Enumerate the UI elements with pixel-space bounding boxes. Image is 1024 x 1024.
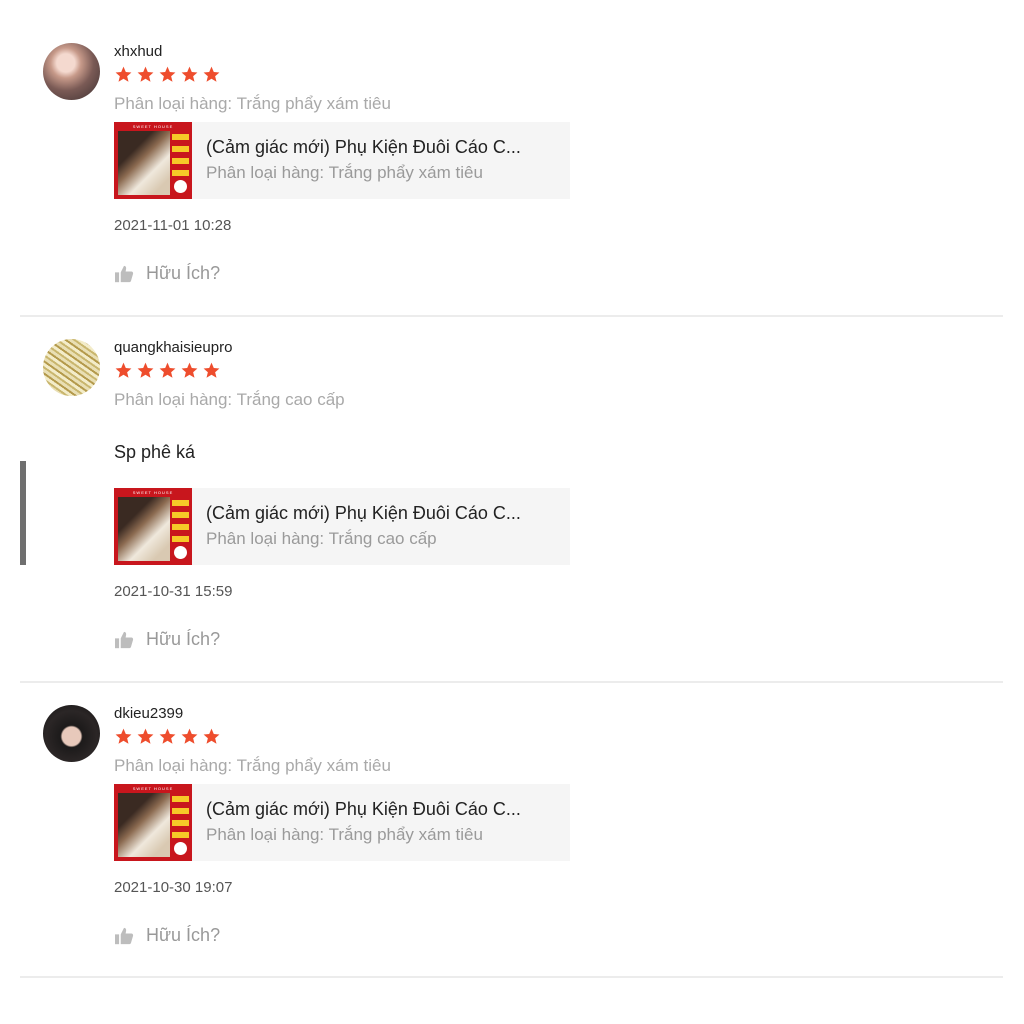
- thumbnail-tag: [172, 170, 189, 176]
- rating-stars: [114, 361, 221, 383]
- star-icon: [181, 66, 198, 82]
- review-variation: Phân loại hàng: Trắng cao cấp: [114, 390, 345, 409]
- thumbnail-logo: [174, 842, 187, 855]
- product-thumbnail[interactable]: SWEET HOUSE: [114, 122, 192, 199]
- helpful-button[interactable]: Hữu Ích?: [114, 925, 220, 946]
- review-timestamp: 2021-10-31 15:59: [114, 583, 233, 600]
- helpful-label: Hữu Ích?: [146, 629, 221, 649]
- thumbnail-tag: [172, 808, 189, 814]
- product-thumbnail[interactable]: SWEET HOUSE: [114, 784, 192, 861]
- thumbnail-tag: [172, 796, 189, 802]
- username[interactable]: quangkhaisieupro: [114, 339, 232, 356]
- star-icon: [181, 728, 198, 744]
- thumbnail-photo: [118, 497, 170, 561]
- avatar[interactable]: [43, 339, 100, 396]
- helpful-label: Hữu Ích?: [146, 925, 221, 945]
- product-title[interactable]: (Cảm giác mới) Phụ Kiện Đuôi Cáo C...: [206, 799, 521, 820]
- star-icon: [203, 362, 220, 378]
- thumbnail-label: SWEET HOUSE: [132, 786, 174, 791]
- thumbnail-label: SWEET HOUSE: [132, 124, 174, 129]
- product-card[interactable]: SWEET HOUSE (Cảm giác mới) Phụ Kiện Đuôi…: [114, 488, 570, 565]
- thumbnail-tag: [172, 134, 189, 140]
- thumbnail-tag: [172, 146, 189, 152]
- product-title[interactable]: (Cảm giác mới) Phụ Kiện Đuôi Cáo C...: [206, 137, 521, 158]
- review-variation: Phân loại hàng: Trắng phẩy xám tiêu: [114, 756, 391, 775]
- thumbnail-tag: [172, 158, 189, 164]
- review-timestamp: 2021-10-30 19:07: [114, 879, 233, 896]
- star-icon: [115, 362, 132, 378]
- product-variation: Phân loại hàng: Trắng phẩy xám tiêu: [206, 163, 483, 182]
- product-title[interactable]: (Cảm giác mới) Phụ Kiện Đuôi Cáo C...: [206, 503, 521, 524]
- thumbnail-tag: [172, 820, 189, 826]
- scroll-indicator[interactable]: [20, 461, 26, 565]
- thumbnail-tag: [172, 512, 189, 518]
- star-icon: [115, 728, 132, 744]
- avatar[interactable]: [43, 43, 100, 100]
- rating-stars: [114, 727, 221, 749]
- thumbs-up-icon: [115, 265, 134, 282]
- rating-stars: [114, 65, 221, 87]
- thumbnail-tag: [172, 832, 189, 838]
- username[interactable]: xhxhud: [114, 43, 162, 60]
- review-comment: Sp phê ká: [114, 442, 196, 462]
- star-icon: [115, 66, 132, 82]
- product-card[interactable]: SWEET HOUSE (Cảm giác mới) Phụ Kiện Đuôi…: [114, 122, 570, 199]
- product-thumbnail[interactable]: SWEET HOUSE: [114, 488, 192, 565]
- avatar[interactable]: [43, 705, 100, 762]
- review-variation: Phân loại hàng: Trắng phẩy xám tiêu: [114, 94, 391, 113]
- star-icon: [159, 728, 176, 744]
- star-icon: [181, 362, 198, 378]
- divider: [20, 681, 1003, 683]
- divider: [20, 976, 1003, 978]
- thumbnail-logo: [174, 546, 187, 559]
- helpful-button[interactable]: Hữu Ích?: [114, 263, 220, 284]
- thumbs-up-icon: [115, 927, 134, 944]
- divider: [20, 315, 1003, 317]
- product-variation: Phân loại hàng: Trắng cao cấp: [206, 529, 437, 548]
- thumbnail-logo: [174, 180, 187, 193]
- product-card[interactable]: SWEET HOUSE (Cảm giác mới) Phụ Kiện Đuôi…: [114, 784, 570, 861]
- thumbnail-tag: [172, 524, 189, 530]
- thumbnail-photo: [118, 131, 170, 195]
- star-icon: [159, 362, 176, 378]
- review-timestamp: 2021-11-01 10:28: [114, 217, 232, 234]
- star-icon: [137, 728, 154, 744]
- thumbnail-label: SWEET HOUSE: [132, 490, 174, 495]
- star-icon: [137, 362, 154, 378]
- product-variation: Phân loại hàng: Trắng phẩy xám tiêu: [206, 825, 483, 844]
- star-icon: [203, 728, 220, 744]
- helpful-button[interactable]: Hữu Ích?: [114, 629, 220, 650]
- username[interactable]: dkieu2399: [114, 705, 183, 722]
- thumbnail-tag: [172, 500, 189, 506]
- star-icon: [137, 66, 154, 82]
- helpful-label: Hữu Ích?: [146, 263, 221, 283]
- star-icon: [159, 66, 176, 82]
- thumbs-up-icon: [115, 631, 134, 648]
- star-icon: [203, 66, 220, 82]
- thumbnail-photo: [118, 793, 170, 857]
- thumbnail-tag: [172, 536, 189, 542]
